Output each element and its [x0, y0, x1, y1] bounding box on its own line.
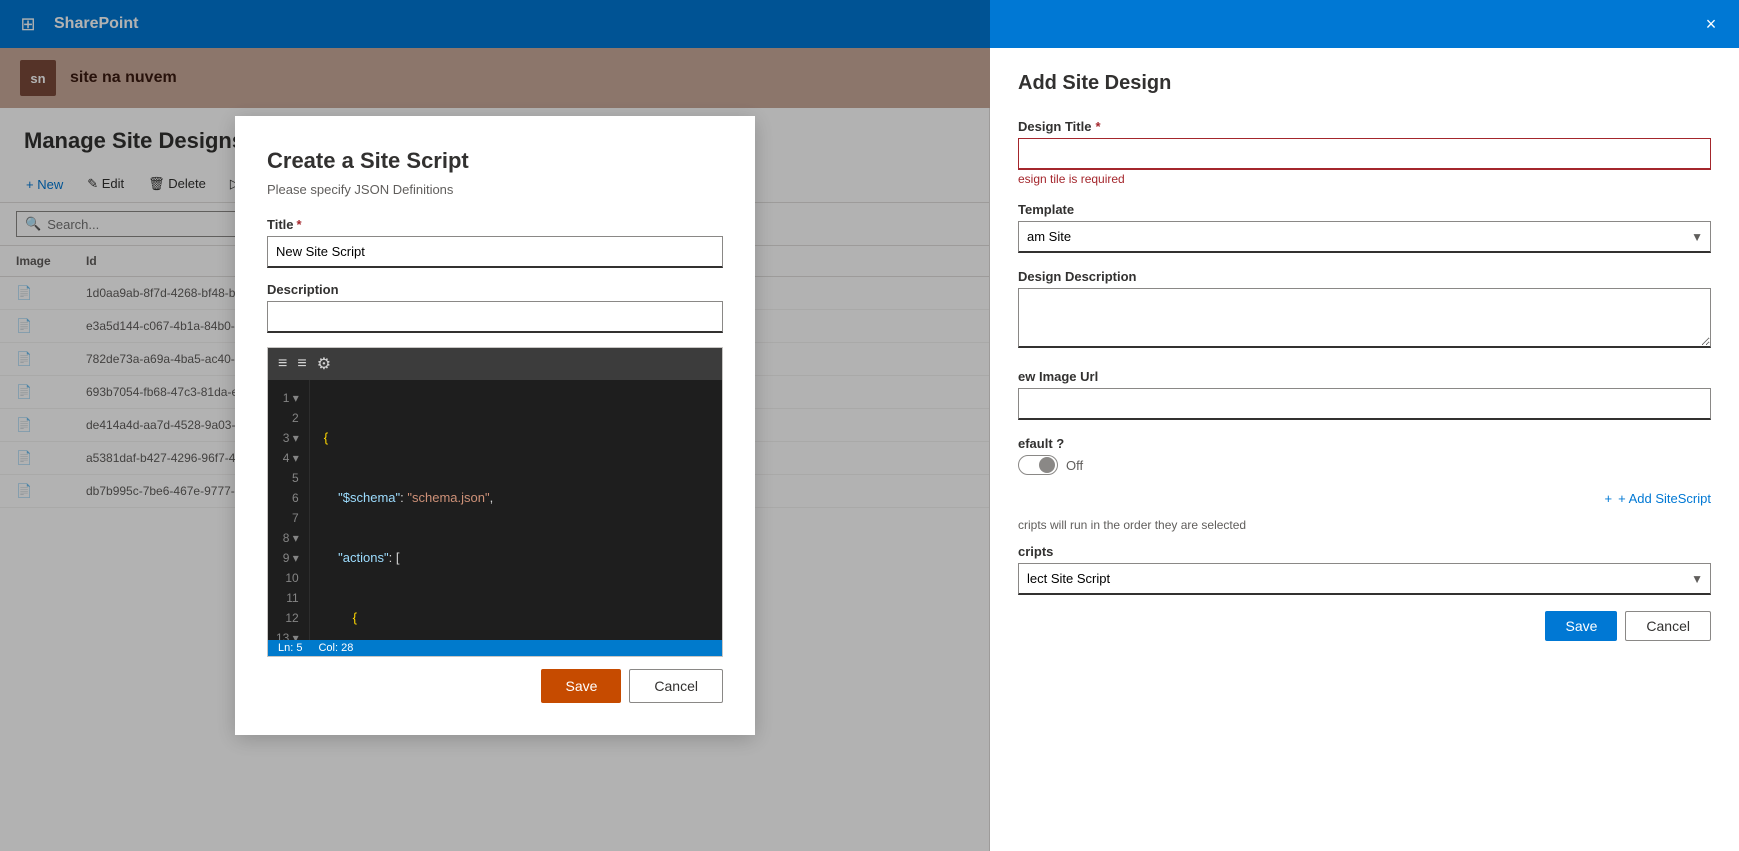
template-select[interactable]: am Site	[1018, 221, 1711, 253]
scripts-label: cripts	[1018, 544, 1711, 559]
status-line: Ln: 5	[278, 642, 302, 654]
plus-icon: +	[1605, 491, 1613, 506]
modal-title-input[interactable]	[267, 236, 723, 268]
required-star: *	[1095, 119, 1100, 134]
modal: Create a Site Script Please specify JSON…	[235, 116, 755, 735]
scripts-field: cripts lect Site Script ▼	[1018, 544, 1711, 595]
image-url-label: ew Image Url	[1018, 369, 1711, 384]
image-url-field: ew Image Url	[1018, 369, 1711, 420]
ln11: 11	[276, 588, 305, 608]
scripts-select[interactable]: lect Site Script	[1018, 563, 1711, 595]
modal-description-input[interactable]	[267, 301, 723, 333]
modal-title: Create a Site Script	[267, 148, 723, 174]
toggle-wrap: Off	[1018, 455, 1711, 475]
modal-overlay: Create a Site Script Please specify JSON…	[0, 0, 990, 851]
left-panel: sn site na nuvem Manage Site Designs + N…	[0, 48, 990, 851]
code-line-4: {	[320, 608, 712, 628]
code-content: { "$schema": "schema.json", "actions": […	[310, 380, 722, 640]
align-center-icon[interactable]: ≡	[297, 355, 306, 373]
modal-title-label: Title *	[267, 217, 723, 232]
template-field: Template am Site ▼	[1018, 202, 1711, 253]
ln7: 7	[276, 508, 305, 528]
ln9: 9 ▾	[276, 548, 305, 568]
align-left-icon[interactable]: ≡	[278, 355, 287, 373]
ln13: 13 ▾	[276, 628, 305, 640]
add-sitescript-button[interactable]: + + Add SiteScript	[1018, 491, 1711, 506]
toggle-off-label: Off	[1066, 458, 1083, 473]
right-panel: Add Site Design Design Title * esign til…	[990, 48, 1739, 851]
ln10: 10	[276, 568, 305, 588]
default-toggle[interactable]	[1018, 455, 1058, 475]
code-toolbar: ≡ ≡ ⚙	[268, 348, 722, 380]
line-numbers: 1 ▾ 2 3 ▾ 4 ▾ 5 6 7 8 ▾ 9 ▾ 10 11	[268, 380, 310, 640]
image-url-input[interactable]	[1018, 388, 1711, 420]
right-panel-footer: Save Cancel	[1018, 611, 1711, 641]
ln12: 12	[276, 608, 305, 628]
description-label: Design Description	[1018, 269, 1711, 284]
code-line-1: {	[320, 428, 712, 448]
modal-subtitle: Please specify JSON Definitions	[267, 182, 723, 197]
template-label: Template	[1018, 202, 1711, 217]
code-body[interactable]: 1 ▾ 2 3 ▾ 4 ▾ 5 6 7 8 ▾ 9 ▾ 10 11	[268, 380, 722, 640]
scripts-select-wrap: lect Site Script ▼	[1018, 563, 1711, 595]
scripts-note: cripts will run in the order they are se…	[1018, 518, 1711, 532]
modal-cancel-button[interactable]: Cancel	[629, 669, 723, 703]
modal-description-label: Description	[267, 282, 723, 297]
code-line-3: "actions": [	[320, 548, 712, 568]
code-lines: 1 ▾ 2 3 ▾ 4 ▾ 5 6 7 8 ▾ 9 ▾ 10 11	[268, 380, 722, 640]
ln6: 6	[276, 488, 305, 508]
description-input[interactable]	[1018, 288, 1711, 348]
modal-footer: Save Cancel	[267, 669, 723, 703]
ln8: 8 ▾	[276, 528, 305, 548]
design-title-field: Design Title * esign tile is required	[1018, 119, 1711, 186]
code-editor: ≡ ≡ ⚙ 1 ▾ 2 3 ▾ 4 ▾ 5 6	[267, 347, 723, 657]
save-button[interactable]: Save	[1545, 611, 1617, 641]
status-col: Col: 28	[318, 642, 353, 654]
right-panel-title: Add Site Design	[1018, 72, 1711, 95]
ln1: 1 ▾	[276, 388, 305, 408]
code-status: Ln: 5 Col: 28	[268, 640, 722, 656]
close-button[interactable]: ×	[1695, 8, 1727, 40]
main-layout: sn site na nuvem Manage Site Designs + N…	[0, 48, 1739, 851]
code-line-2: "$schema": "schema.json",	[320, 488, 712, 508]
ln4: 4 ▾	[276, 448, 305, 468]
design-title-label: Design Title *	[1018, 119, 1711, 134]
ln3: 3 ▾	[276, 428, 305, 448]
design-title-input[interactable]	[1018, 138, 1711, 170]
design-title-error: esign tile is required	[1018, 172, 1711, 186]
ln5: 5	[276, 468, 305, 488]
ln2: 2	[276, 408, 305, 428]
default-label: efault ?	[1018, 436, 1711, 451]
cancel-button[interactable]: Cancel	[1625, 611, 1711, 641]
close-icon: ×	[1706, 14, 1717, 35]
default-field: efault ? Off	[1018, 436, 1711, 475]
required-marker: *	[297, 217, 302, 232]
settings-icon[interactable]: ⚙	[317, 354, 331, 374]
template-select-wrap: am Site ▼	[1018, 221, 1711, 253]
description-field: Design Description	[1018, 269, 1711, 353]
modal-save-button[interactable]: Save	[541, 669, 621, 703]
